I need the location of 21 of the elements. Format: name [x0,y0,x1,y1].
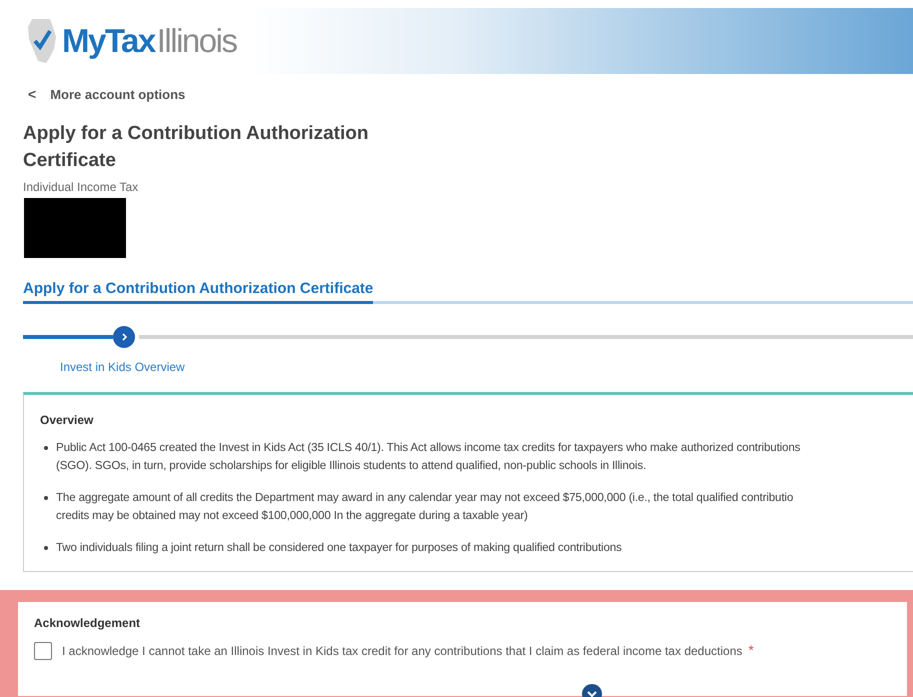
back-chevron-icon[interactable]: < [28,86,36,102]
back-link[interactable]: More account options [50,86,186,102]
bullet-icon [44,546,48,550]
bullet-text: Public Act 100-0465 created the Invest in Kids Act (35 ICLS 40/1). This Act allows income tax credits for taxpayers who make authorized contributions (SGO). SGOs, in turn, provide scholarships for eligible Illinois students to attend qualified, non-public schools in Illinois. [56,440,800,474]
checkbox-label: I acknowledge I cannot take an Illinois Invest in Kids tax credit for any contributions that I claim as federal income tax deductions [62,644,742,658]
page-title: Apply for a Contribution Authorization Certificate [23,122,370,173]
bullet-text: The aggregate amount of all credits the Department may award in any calendar year may not exceed $75,000,000 (i.e., the total qualified contributio credits may be obtained may not exceed $100,000,000 In the aggregate during a taxable year) [56,490,794,524]
logo-text: Illinois [156,22,236,60]
checkbox[interactable] [34,642,52,660]
bullet-icon [44,446,48,450]
section-tab[interactable]: Apply for a Contribution Authorization Certificate [23,280,374,304]
bullet-icon [44,496,48,500]
step-marker[interactable] [113,326,135,348]
section-heading: Overview [40,413,94,427]
required-mark: * [748,642,754,658]
chevron-right-icon [120,333,128,341]
logo-text: MyTax [62,22,155,60]
section-heading: Acknowledgement [34,616,142,630]
step-label[interactable]: Invest in Kids Overview [60,360,913,374]
bullet-text: Two individuals filing a joint return shall be considered one taxpayer for purposes of making qualified contributions [56,540,622,556]
page-subtitle: Individual Income Tax [23,180,140,194]
